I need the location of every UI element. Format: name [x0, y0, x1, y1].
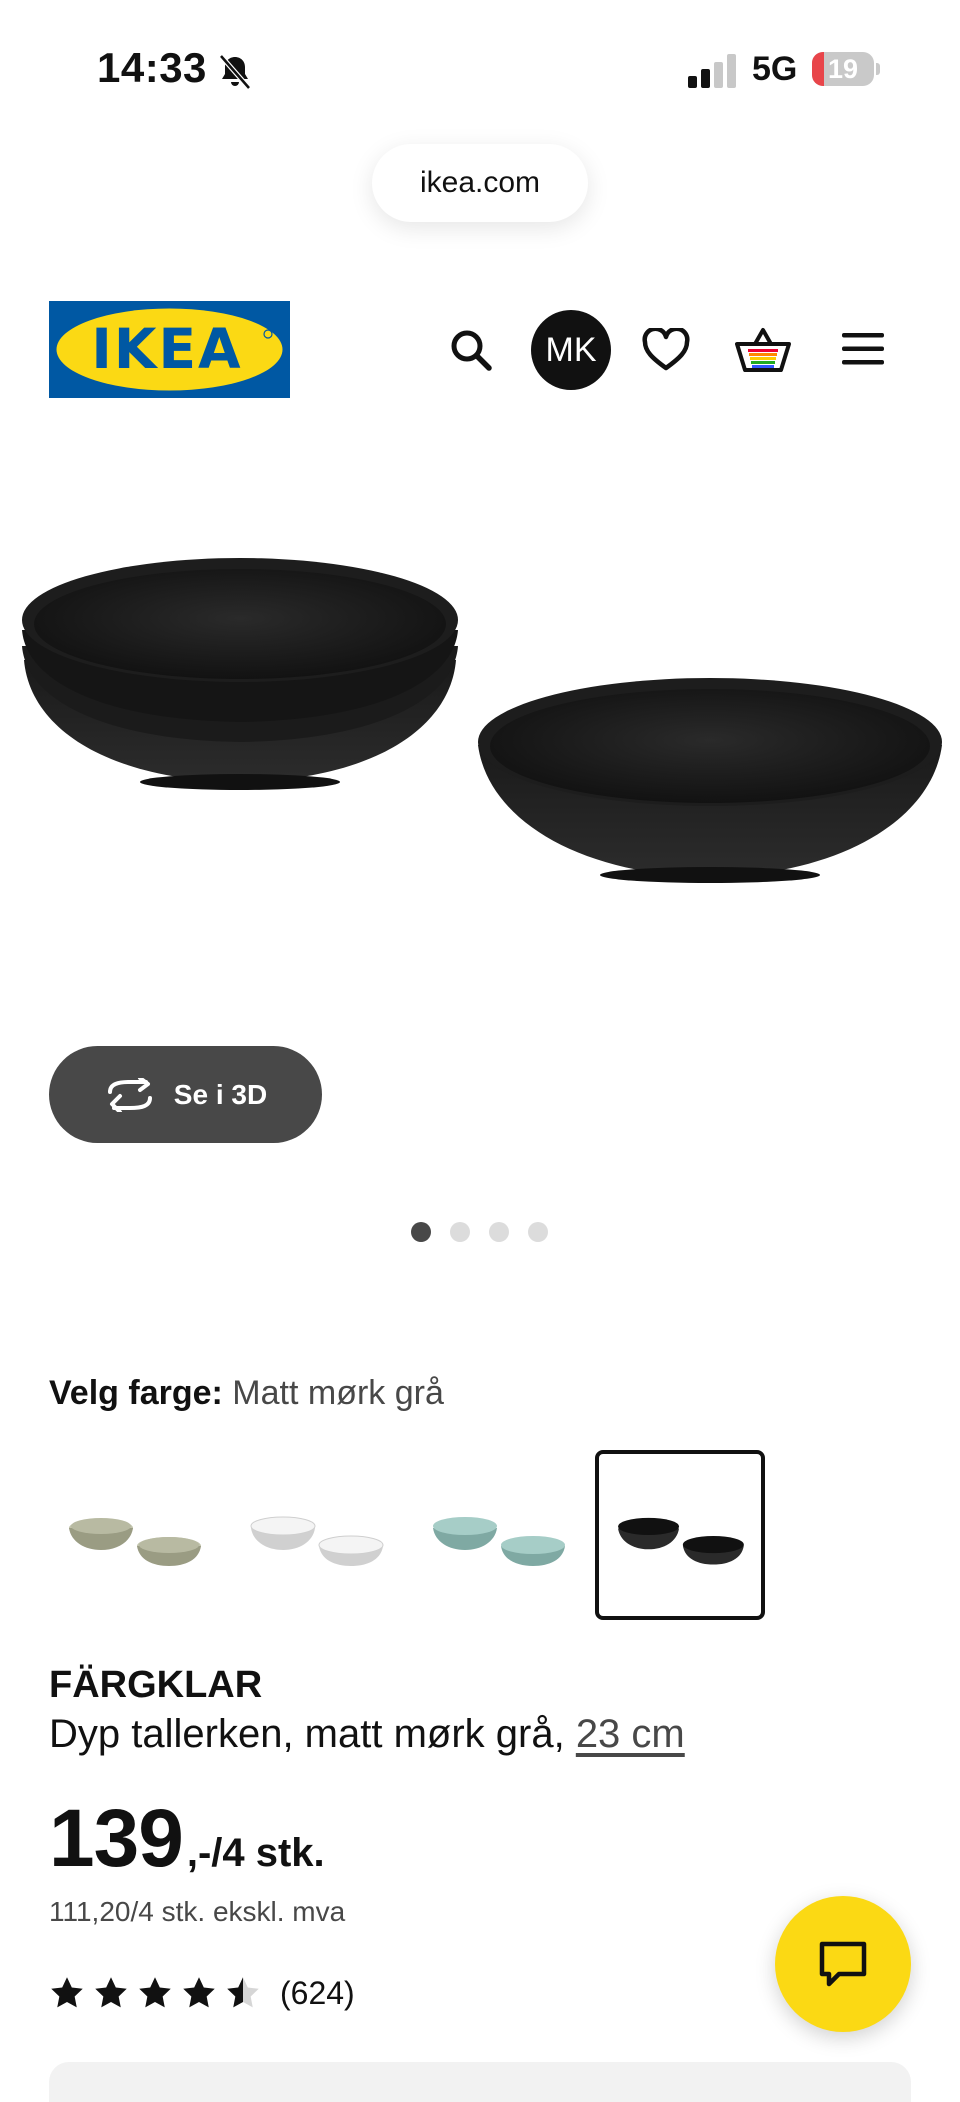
star-half-icon — [227, 1977, 259, 2008]
color-swatch-green[interactable] — [49, 1450, 219, 1620]
bell-muted-icon — [219, 54, 251, 90]
battery-indicator: 19 — [812, 50, 880, 90]
price-ex-vat: 111,20/4 stk. ekskl. mva — [49, 1896, 346, 1927]
favourites-button[interactable] — [640, 324, 692, 376]
product-description: Dyp tallerken, matt mørk grå, 23 cm — [49, 1712, 685, 1757]
search-button[interactable] — [446, 325, 496, 375]
product-description-text: Dyp tallerken, matt mørk grå, — [49, 1712, 565, 1756]
review-count[interactable]: (624) — [280, 1975, 355, 2012]
carousel-dot[interactable] — [528, 1222, 548, 1242]
rating-stars[interactable] — [49, 1975, 261, 2011]
menu-button[interactable] — [840, 326, 886, 372]
star-icon — [139, 1977, 171, 2008]
carousel-dot[interactable] — [489, 1222, 509, 1242]
color-swatch-white[interactable] — [231, 1450, 401, 1620]
color-label-title: Velg farge: — [49, 1374, 223, 1412]
price-main: 139 — [49, 1793, 184, 1884]
avatar-initials: MK — [545, 330, 597, 369]
color-label: Velg farge: Matt mørk grå — [49, 1374, 444, 1413]
product-size-link[interactable]: 23 cm — [576, 1712, 685, 1756]
view-3d-button[interactable]: Se i 3D — [49, 1046, 322, 1143]
signal-icon — [688, 54, 736, 88]
product-name: FÄRGKLAR — [49, 1664, 263, 1706]
rotate-3d-icon — [107, 1077, 152, 1112]
price-suffix: ,-/4 stk. — [186, 1831, 325, 1875]
cart-button[interactable] — [735, 322, 791, 378]
star-icon — [183, 1977, 215, 2008]
star-icon — [51, 1977, 83, 2008]
product-price: 139 ,-/4 stk. — [49, 1792, 325, 1886]
logo-text: IKEA — [91, 317, 242, 381]
network-type: 5G — [752, 50, 798, 88]
product-image[interactable] — [0, 530, 960, 910]
color-label-value: Matt mørk grå — [232, 1374, 444, 1412]
star-icon — [95, 1977, 127, 2008]
ikea-logo[interactable]: IKEA — [49, 301, 290, 398]
heart-icon — [642, 328, 690, 371]
carousel-dots — [411, 1222, 548, 1242]
bottom-card — [49, 2062, 911, 2102]
url-text: ikea.com — [419, 166, 541, 199]
search-icon — [451, 330, 492, 371]
chat-icon — [819, 1941, 867, 1987]
chat-button[interactable] — [775, 1896, 911, 2032]
view-3d-label: Se i 3D — [173, 1078, 268, 1110]
status-time: 14:33 — [97, 44, 207, 91]
cart-icon — [735, 328, 791, 372]
color-swatch-dark-grey[interactable] — [595, 1450, 765, 1620]
menu-icon — [842, 333, 884, 365]
battery-level: 19 — [827, 54, 859, 84]
address-bar[interactable]: ikea.com — [372, 144, 588, 222]
carousel-dot[interactable] — [411, 1222, 431, 1242]
avatar[interactable]: MK — [531, 310, 611, 390]
color-swatch-turquoise[interactable] — [413, 1450, 583, 1620]
carousel-dot[interactable] — [450, 1222, 470, 1242]
